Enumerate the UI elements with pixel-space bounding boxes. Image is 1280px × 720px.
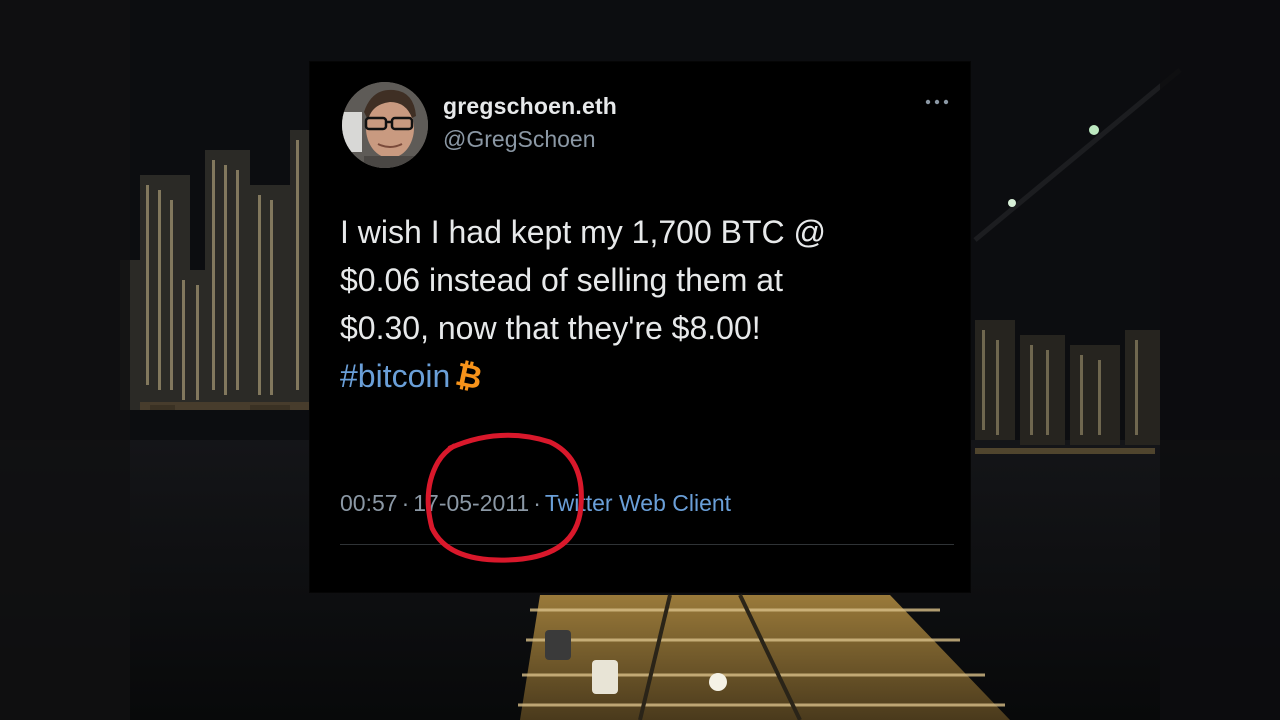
red-circle-annotation <box>425 432 584 563</box>
tweet-text-line-3: $0.30, now that they're $8.00! <box>340 310 761 346</box>
more-dots <box>925 99 949 105</box>
profile-photo <box>342 82 428 168</box>
display-name[interactable]: gregschoen.eth <box>443 93 617 120</box>
bitcoin-icon: ₿ <box>452 355 486 397</box>
tweet-text-line-1: I wish I had kept my 1,700 BTC @ <box>340 214 827 250</box>
tweet-text-line-4: #bitcoin₿ <box>340 352 930 400</box>
hashtag-link[interactable]: #bitcoin <box>340 358 450 394</box>
separator-dot: · <box>401 490 410 516</box>
night-city-background: gregschoen.eth @GregSchoen I wish I had … <box>0 0 1280 720</box>
tweet-text-line-2: $0.06 instead of selling them at <box>340 262 783 298</box>
more-horizontal-icon[interactable] <box>922 92 952 112</box>
tweet-time[interactable]: 00:57 <box>340 490 398 516</box>
user-handle[interactable]: @GregSchoen <box>443 126 596 153</box>
tweet-card[interactable]: gregschoen.eth @GregSchoen I wish I had … <box>310 62 970 592</box>
avatar[interactable] <box>342 82 428 168</box>
tweet-text: I wish I had kept my 1,700 BTC @ $0.06 i… <box>340 208 930 400</box>
